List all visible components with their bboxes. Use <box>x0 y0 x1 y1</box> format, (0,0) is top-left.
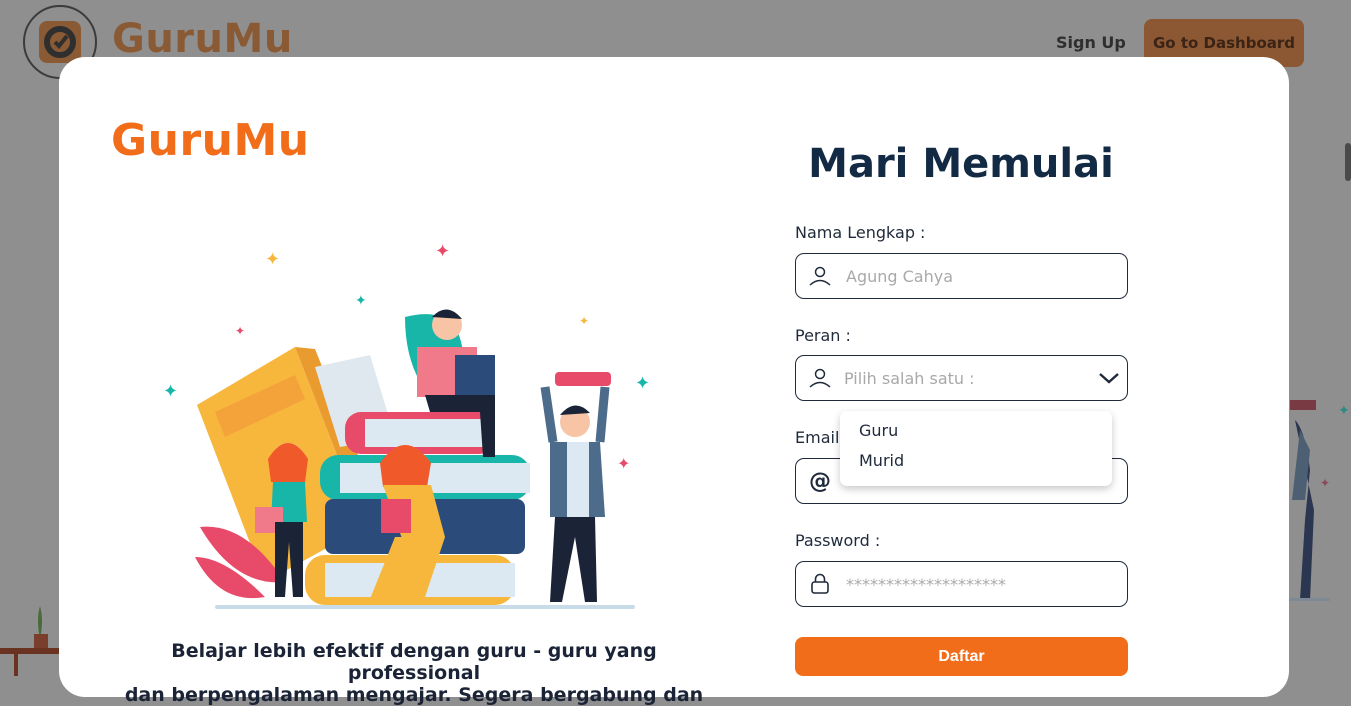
at-icon: @ <box>809 468 831 494</box>
name-label: Nama Lengkap : <box>795 223 926 242</box>
daftar-button[interactable]: Daftar <box>795 637 1128 676</box>
tagline-line-2: dan berpengalaman mengajar. Segera berga… <box>124 684 704 706</box>
tagline-line-1: Belajar lebih efektif dengan guru - guru… <box>171 640 657 684</box>
scrollbar[interactable] <box>1345 143 1351 181</box>
svg-text:✦: ✦ <box>1338 403 1350 419</box>
svg-text:✦: ✦ <box>579 314 589 328</box>
user-icon <box>796 366 844 390</box>
background-plant <box>0 606 60 676</box>
svg-text:✦: ✦ <box>617 454 630 473</box>
name-field[interactable] <box>795 253 1128 299</box>
svg-text:✦: ✦ <box>355 293 367 309</box>
password-input[interactable] <box>844 573 1127 595</box>
background-illustration: ✦ ✦ <box>1280 400 1350 601</box>
svg-text:✦: ✦ <box>235 324 245 338</box>
tagline: Belajar lebih efektif dengan guru - guru… <box>109 640 719 706</box>
svg-text:✦: ✦ <box>635 373 650 394</box>
role-option-murid[interactable]: Murid <box>859 451 904 470</box>
signup-modal: GuruMu ✦ ✦ ✦ ✦ ✦ ✦ ✦ ✦ Belajar lebih efe… <box>59 57 1289 706</box>
chevron-down-icon[interactable] <box>1091 371 1127 385</box>
email-label: Email <box>795 428 840 447</box>
role-placeholder: Pilih salah satu : <box>844 368 975 388</box>
role-dropdown-menu: Guru Murid <box>840 411 1112 486</box>
svg-text:✦: ✦ <box>435 241 450 262</box>
background-logo-text: GuruMu <box>112 16 293 62</box>
svg-text:✦: ✦ <box>265 249 280 270</box>
form-title: Mari Memulai <box>808 141 1114 187</box>
password-label: Password : <box>795 531 881 550</box>
password-field[interactable] <box>795 561 1128 607</box>
svg-text:✦: ✦ <box>1320 476 1330 490</box>
role-label: Peran : <box>795 326 851 345</box>
role-option-guru[interactable]: Guru <box>859 421 898 440</box>
lock-icon <box>796 573 844 595</box>
hero-illustration: ✦ ✦ ✦ ✦ ✦ ✦ ✦ ✦ <box>163 241 650 609</box>
name-input[interactable] <box>844 265 1127 287</box>
role-select[interactable]: Pilih salah satu : <box>795 355 1128 401</box>
user-icon <box>796 264 844 288</box>
signup-link[interactable]: Sign Up <box>1056 33 1126 52</box>
brand-logo: GuruMu <box>111 115 310 166</box>
svg-text:✦: ✦ <box>163 381 178 402</box>
